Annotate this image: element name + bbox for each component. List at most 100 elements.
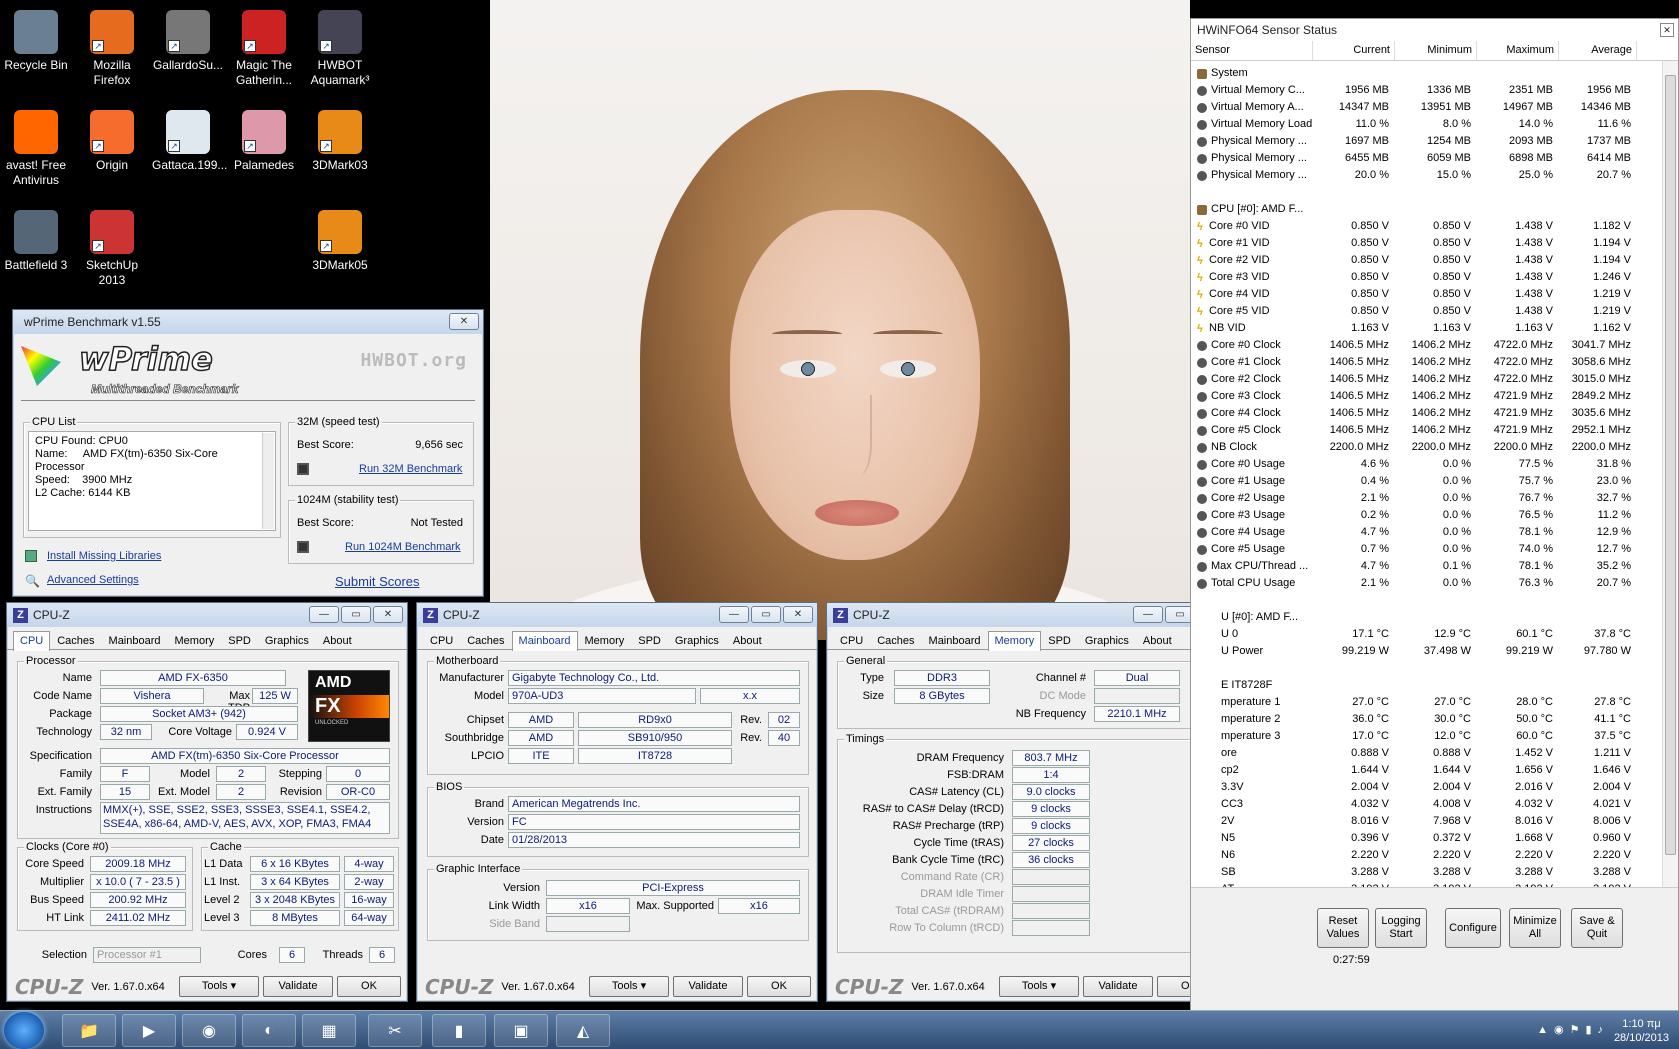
tab-cpu[interactable]: CPU [833, 631, 870, 650]
tab-graphics[interactable]: Graphics [258, 631, 316, 650]
sensor-row[interactable]: ϟ Core #5 VID 0.850 V 0.850 V 1.438 V 1.219 V [1191, 303, 1678, 320]
validate-button[interactable]: Validate [263, 976, 333, 997]
firefox-taskbar-icon[interactable]: ◉ [182, 1014, 236, 1047]
sensor-row[interactable]: Max CPU/Thread ... 4.7 % 0.1 % 78.1 % 35.2 % [1191, 558, 1678, 575]
tab-about[interactable]: About [726, 631, 769, 650]
sensor-row[interactable]: Virtual Memory C... 1956 MB 1336 MB 2351 MB… [1191, 82, 1678, 99]
scrollbar[interactable] [1662, 61, 1678, 911]
sensor-row[interactable]: Core #1 Usage 0.4 % 0.0 % 75.7 % 23.0 % [1191, 473, 1678, 490]
desktop-icon-sketchup[interactable]: ↗ SketchUp 2013 [76, 210, 148, 288]
tab-caches[interactable]: Caches [460, 631, 511, 650]
tab-mainboard[interactable]: Mainboard [511, 631, 578, 651]
tools-button[interactable]: Tools ▾ [179, 976, 259, 997]
sensor-row[interactable]: mperature 1 27.0 °C 27.0 °C 28.0 °C 27.8 °C [1191, 694, 1678, 711]
sensor-row[interactable]: Physical Memory ... 6455 MB 6059 MB 6898 MB… [1191, 150, 1678, 167]
processor-select[interactable]: Processor #1 [93, 947, 201, 963]
calculator-taskbar-icon[interactable]: ▦ [302, 1014, 356, 1047]
maximize-button[interactable]: ▭ [751, 606, 781, 623]
save-icon[interactable] [297, 463, 309, 475]
sensor-row[interactable]: SB 3.288 V 3.288 V 3.288 V 3.288 V [1191, 864, 1678, 881]
sensor-row[interactable]: Core #5 Clock 1406.5 MHz 1406.2 MHz 4721.9 … [1191, 422, 1678, 439]
desktop-icon-dice[interactable]: ↗ Palamedes [228, 110, 300, 173]
desktop-icon-3dmark[interactable]: ↗ 3DMark03 [304, 110, 376, 173]
hwinfo-button-logging-start[interactable]: Logging Start [1375, 908, 1427, 948]
tab-about[interactable]: About [316, 631, 359, 650]
sensor-group[interactable]: System [1191, 65, 1678, 82]
app-taskbar-icon[interactable]: ◐ [242, 1014, 296, 1047]
desktop-icon-hwbot[interactable]: ↗ HWBOT Aquamark³ [304, 10, 376, 88]
tab-spd[interactable]: SPD [1041, 631, 1078, 650]
install-libraries-link[interactable]: Install Missing Libraries [47, 550, 161, 562]
sensor-row[interactable]: Core #5 Usage 0.7 % 0.0 % 74.0 % 12.7 % [1191, 541, 1678, 558]
sensor-row[interactable]: 3.3V 2.004 V 2.004 V 2.016 V 2.004 V [1191, 779, 1678, 796]
maximize-button[interactable]: ▭ [341, 606, 371, 623]
minimize-button[interactable]: — [719, 606, 749, 623]
sensor-row[interactable]: Virtual Memory A... 14347 MB 13951 MB 14967… [1191, 99, 1678, 116]
sensor-row[interactable]: N5 0.396 V 0.372 V 1.668 V 0.960 V [1191, 830, 1678, 847]
sensor-row[interactable]: NB Clock 2200.0 MHz 2200.0 MHz 2200.0 MHz 22… [1191, 439, 1678, 456]
sensor-row[interactable]: Core #2 Clock 1406.5 MHz 1406.2 MHz 4722.0 … [1191, 371, 1678, 388]
sensor-row[interactable]: ore 0.888 V 0.888 V 1.452 V 1.211 V [1191, 745, 1678, 762]
sensor-row[interactable]: Core #4 Usage 4.7 % 0.0 % 78.1 % 12.9 % [1191, 524, 1678, 541]
hwinfo-button-configure[interactable]: Configure [1445, 908, 1501, 948]
tab-graphics[interactable]: Graphics [668, 631, 726, 650]
submit-scores-link[interactable]: Submit Scores [335, 574, 420, 589]
close-button[interactable]: ✕ [449, 313, 479, 330]
run-32m-link[interactable]: Run 32M Benchmark [359, 463, 462, 475]
desktop-icon-firefox[interactable]: ↗ Mozilla Firefox [76, 10, 148, 88]
sensor-row[interactable]: Total CPU Usage 2.1 % 0.0 % 76.3 % 20.7 % [1191, 575, 1678, 592]
media-player-taskbar-icon[interactable]: ▶ [122, 1014, 176, 1047]
tab-spd[interactable]: SPD [221, 631, 258, 650]
minimize-button[interactable]: — [309, 606, 339, 623]
tab-mainboard[interactable]: Mainboard [922, 631, 988, 650]
sensor-row[interactable]: mperature 3 17.0 °C 12.0 °C 60.0 °C 37.5 °C [1191, 728, 1678, 745]
tab-cpu[interactable]: CPU [423, 631, 460, 650]
sensor-row[interactable]: E IT8728F [1191, 677, 1678, 694]
sensor-row[interactable]: ϟ Core #1 VID 0.850 V 0.850 V 1.438 V 1.194 V [1191, 235, 1678, 252]
tab-memory[interactable]: Memory [987, 631, 1042, 651]
desktop-icon-origin[interactable]: ↗ Origin [76, 110, 148, 173]
tab-memory[interactable]: Memory [578, 631, 632, 650]
tab-spd[interactable]: SPD [631, 631, 668, 650]
sensor-row[interactable]: Core #0 Usage 4.6 % 0.0 % 77.5 % 31.8 % [1191, 456, 1678, 473]
sensor-row[interactable]: CC3 4.032 V 4.008 V 4.032 V 4.021 V [1191, 796, 1678, 813]
sensor-group[interactable]: CPU [#0]: AMD F... [1191, 201, 1678, 218]
sensor-row[interactable]: Core #0 Clock 1406.5 MHz 1406.2 MHz 4722.0 … [1191, 337, 1678, 354]
clock[interactable]: 1:10 πμ 28/10/2013 [1614, 1017, 1669, 1045]
sensor-row[interactable] [1191, 184, 1678, 201]
sensor-row[interactable]: ϟ Core #3 VID 0.850 V 0.850 V 1.438 V 1.246 V [1191, 269, 1678, 286]
tab-mainboard[interactable]: Mainboard [102, 631, 168, 650]
sensor-row[interactable]: Core #3 Clock 1406.5 MHz 1406.2 MHz 4721.9 … [1191, 388, 1678, 405]
start-button[interactable] [4, 1012, 44, 1049]
desktop-icon-3dmark[interactable]: ↗ 3DMark05 [304, 210, 376, 273]
snipping-taskbar-icon[interactable]: ✂ [368, 1014, 422, 1047]
hwbot-logo[interactable]: HWBOT.org [360, 350, 467, 371]
tab-about[interactable]: About [1136, 631, 1179, 650]
sensor-row[interactable]: Core #1 Clock 1406.5 MHz 1406.2 MHz 4722.0 … [1191, 354, 1678, 371]
desktop-icon-recycle-bin[interactable]: Recycle Bin [0, 10, 72, 73]
tools-button[interactable]: Tools ▾ [589, 976, 669, 997]
sensor-row[interactable]: ϟ Core #2 VID 0.850 V 0.850 V 1.438 V 1.194 V [1191, 252, 1678, 269]
desktop-icon-magic[interactable]: ↗ Magic The Gatherin... [228, 10, 300, 88]
sensor-row[interactable]: ϟ Core #0 VID 0.850 V 0.850 V 1.438 V 1.182 V [1191, 218, 1678, 235]
run-1024m-link[interactable]: Run 1024M Benchmark [345, 541, 461, 553]
sensor-row[interactable]: U [#0]: AMD F... [1191, 609, 1678, 626]
sensor-row[interactable]: Virtual Memory Load 11.0 % 8.0 % 14.0 % 11.6… [1191, 116, 1678, 133]
ok-button[interactable]: OK [747, 976, 811, 997]
explorer-taskbar-icon[interactable]: 📁 [62, 1014, 116, 1047]
sensor-row[interactable]: Core #2 Usage 2.1 % 0.0 % 76.7 % 32.7 % [1191, 490, 1678, 507]
sensor-row[interactable]: Core #4 Clock 1406.5 MHz 1406.2 MHz 4721.9 … [1191, 405, 1678, 422]
sensor-row[interactable]: mperature 2 36.0 °C 30.0 °C 50.0 °C 41.1 °C [1191, 711, 1678, 728]
cpuz-taskbar-icon[interactable]: ▣ [494, 1014, 548, 1047]
tab-memory[interactable]: Memory [168, 631, 222, 650]
sensor-row[interactable]: U 0 17.1 °C 12.9 °C 60.1 °C 37.8 °C [1191, 626, 1678, 643]
sensor-row[interactable] [1191, 592, 1678, 609]
sensor-row[interactable]: Physical Memory ... 1697 MB 1254 MB 2093 MB… [1191, 133, 1678, 150]
close-button[interactable]: ✕ [1660, 23, 1674, 37]
close-button[interactable]: ✕ [783, 606, 813, 623]
sensor-row[interactable]: U Power 99.219 W 37.498 W 99.219 W 97.780 W [1191, 643, 1678, 660]
sensor-row[interactable]: 2V 8.016 V 7.968 V 8.016 V 8.006 V [1191, 813, 1678, 830]
tab-cpu[interactable]: CPU [13, 631, 51, 651]
tools-button[interactable]: Tools ▾ [999, 976, 1079, 997]
hwinfo-taskbar-icon[interactable]: ▮ [432, 1014, 486, 1047]
